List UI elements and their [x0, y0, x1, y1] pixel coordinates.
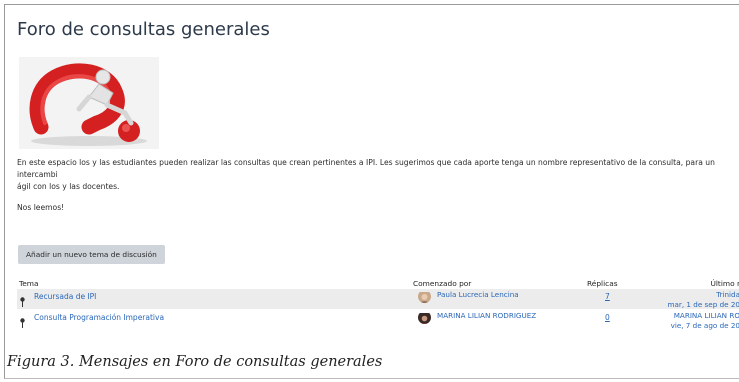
last-post-info[interactable]: Trinida mar, 1 de sep de 20 — [668, 290, 739, 310]
forum-intro: En este espacio los y las estudiantes pu… — [17, 157, 739, 214]
intro-text-line-2: ágil con los y las docentes. — [17, 182, 120, 191]
author-link[interactable]: Paula Lucrecia Lencina — [437, 290, 519, 299]
question-mark-illustration — [19, 57, 159, 149]
last-post-date[interactable]: mar, 1 de sep de 20 — [668, 300, 739, 310]
discussion-link[interactable]: Recursada de IPI — [34, 292, 96, 301]
last-post-author[interactable]: MARINA LILIAN RO — [671, 311, 739, 321]
last-post-info[interactable]: MARINA LILIAN RO vie, 7 de ago de 20 — [671, 311, 739, 331]
forum-frame: Foro de consultas generales En este espa… — [4, 4, 739, 379]
closing-text: Nos leemos! — [17, 203, 65, 212]
header-replies: Réplicas — [587, 279, 618, 288]
pin-icon — [20, 313, 25, 328]
author-link[interactable]: MARINA LILIAN RODRIGUEZ — [437, 311, 536, 320]
replies-count-link[interactable]: 7 — [605, 292, 610, 301]
discussion-link[interactable]: Consulta Programación Imperativa — [34, 313, 164, 322]
last-post-date[interactable]: vie, 7 de ago de 20 — [671, 321, 739, 331]
header-topic: Tema — [19, 279, 39, 288]
avatar[interactable] — [418, 290, 431, 303]
table-row: Consulta Programación Imperativa MARINA … — [17, 310, 739, 330]
figure-caption: Figura 3. Mensajes en Foro de consultas … — [7, 354, 383, 370]
header-started-by: Comenzado por — [413, 279, 472, 288]
header-last-post: Último r — [710, 279, 739, 288]
avatar[interactable] — [418, 311, 431, 324]
pin-icon — [20, 292, 25, 307]
replies-count-link[interactable]: 0 — [605, 313, 610, 322]
intro-text-line-1: En este espacio los y las estudiantes pu… — [17, 158, 715, 179]
last-post-author[interactable]: Trinida — [668, 290, 739, 300]
add-discussion-button[interactable]: Añadir un nuevo tema de discusión — [18, 245, 165, 264]
table-row: Recursada de IPI Paula Lucrecia Lencina … — [17, 289, 739, 309]
page-title: Foro de consultas generales — [17, 19, 270, 40]
